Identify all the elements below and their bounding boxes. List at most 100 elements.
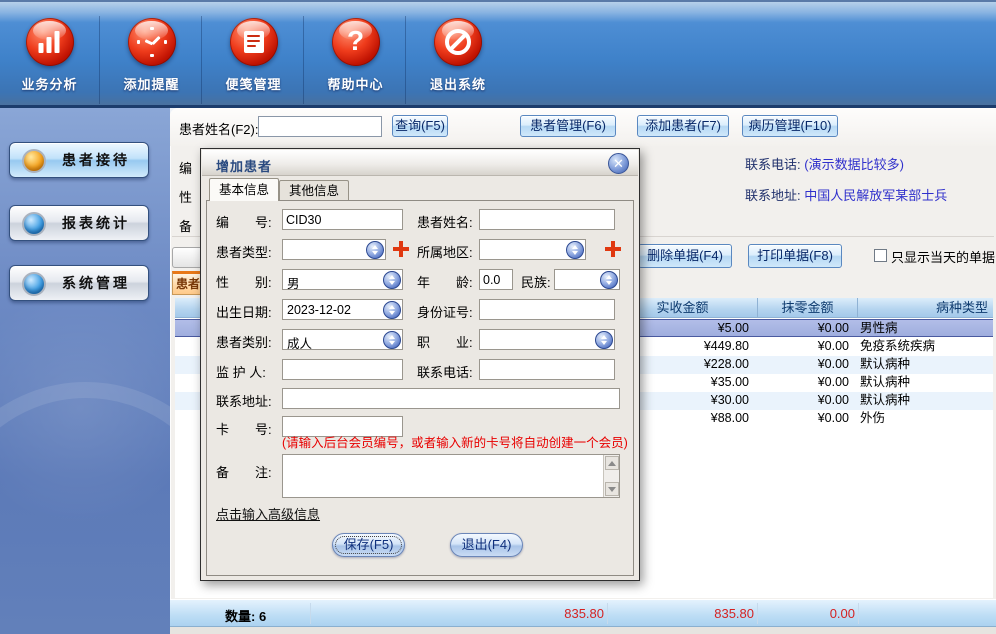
sphere-icon bbox=[22, 149, 46, 173]
toolbar-item-label: 添加提醒 bbox=[102, 74, 201, 93]
summary-count: 数量: 6 bbox=[225, 606, 266, 625]
remark-label: 备 注: bbox=[216, 462, 272, 481]
ethnicity-combo[interactable] bbox=[554, 269, 620, 290]
toolbar-item-label: 退出系统 bbox=[408, 74, 508, 93]
patient-name-label: 患者姓名: bbox=[417, 212, 473, 231]
add-patient-button[interactable]: 添加患者(F7) bbox=[637, 115, 729, 137]
sidebar-item-report-statistics[interactable]: 报表统计 bbox=[9, 205, 149, 241]
cell-disease: 外伤 bbox=[860, 410, 993, 428]
toolbar-item-exit-system[interactable]: 退出系统 bbox=[408, 16, 508, 104]
medical-records-button[interactable]: 病历管理(F10) bbox=[742, 115, 838, 137]
patient-name-search-label: 患者姓名(F2): bbox=[179, 119, 258, 138]
toolbar-item-add-reminder[interactable]: 添加提醒 bbox=[102, 16, 202, 104]
phone-label: 联系电话: bbox=[417, 362, 473, 381]
sidebar-item-label: 系统管理 bbox=[62, 266, 130, 300]
summary-bar: 数量: 6 835.80 835.80 0.00 bbox=[170, 599, 996, 627]
contact-phone-value: (演示数据比较多) bbox=[804, 157, 904, 172]
toolbar-item-note-management[interactable]: 便笺管理 bbox=[204, 16, 304, 104]
remark-scrollbar[interactable] bbox=[603, 455, 619, 497]
category-combo[interactable]: 成人 bbox=[282, 329, 403, 350]
search-row: 患者姓名(F2): 查询(F5) 患者管理(F6) 添加患者(F7) 病历管理(… bbox=[170, 108, 996, 146]
tab-basic-info[interactable]: 基本信息 bbox=[209, 178, 279, 201]
toolbar-item-business-analysis[interactable]: 业务分析 bbox=[0, 16, 100, 104]
today-only-checkbox[interactable] bbox=[874, 249, 887, 262]
code-input[interactable] bbox=[282, 209, 403, 230]
today-only-label: 只显示当天的单据 bbox=[891, 247, 995, 266]
main-toolbar: 业务分析 添加提醒 便笺管理 ? 帮助中心 退出系统 bbox=[0, 0, 996, 108]
region-label: 所属地区: bbox=[417, 242, 473, 261]
category-label: 患者类别: bbox=[216, 332, 272, 351]
dialog-title: 增加患者 bbox=[216, 156, 272, 175]
clipped-label-remark: 备 bbox=[179, 216, 199, 235]
add-patient-type-plus-icon[interactable] bbox=[393, 241, 409, 257]
column-disease-type[interactable]: 病种类型 bbox=[857, 298, 993, 318]
toolbar-item-help-center[interactable]: ? 帮助中心 bbox=[306, 16, 406, 104]
spinner-icon[interactable] bbox=[383, 271, 401, 289]
remark-textarea[interactable] bbox=[282, 454, 620, 498]
cell-rounded: ¥0.00 bbox=[757, 410, 857, 428]
spinner-icon[interactable] bbox=[600, 271, 618, 289]
dialog-titlebar[interactable]: 增加患者 ✕ bbox=[202, 150, 638, 176]
exit-button[interactable]: 退出(F4) bbox=[450, 533, 523, 557]
sidebar-item-patient-reception[interactable]: 患者接待 bbox=[9, 142, 149, 178]
clock-icon bbox=[128, 18, 176, 66]
app-window: 业务分析 添加提醒 便笺管理 ? 帮助中心 退出系统 患者接待 报表统计 bbox=[0, 0, 996, 634]
summary-total-receivable: 835.80 bbox=[504, 606, 604, 621]
region-combo[interactable] bbox=[479, 239, 586, 260]
card-number-label: 卡 号: bbox=[216, 419, 272, 438]
birth-date-combo[interactable]: 2023-12-02 bbox=[282, 299, 403, 320]
patient-type-label: 患者类型: bbox=[216, 242, 272, 261]
address-label: 联系地址: bbox=[216, 391, 272, 410]
delete-receipt-button[interactable]: 删除单据(F4) bbox=[638, 244, 732, 268]
cell-rounded: ¥0.00 bbox=[757, 374, 857, 392]
spinner-icon[interactable] bbox=[366, 241, 384, 259]
id-number-input[interactable] bbox=[479, 299, 615, 320]
category-value: 成人 bbox=[287, 333, 312, 352]
birth-date-label: 出生日期: bbox=[216, 302, 272, 321]
code-label: 编 号: bbox=[216, 212, 272, 231]
close-icon[interactable]: ✕ bbox=[608, 153, 629, 174]
patient-name-input[interactable] bbox=[479, 209, 615, 230]
add-region-plus-icon[interactable] bbox=[605, 241, 621, 257]
phone-input[interactable] bbox=[479, 359, 615, 380]
birth-date-value: 2023-12-02 bbox=[287, 303, 351, 317]
spinner-icon[interactable] bbox=[566, 241, 584, 259]
age-input[interactable] bbox=[479, 269, 513, 290]
query-button[interactable]: 查询(F5) bbox=[392, 115, 448, 137]
sphere-icon bbox=[22, 212, 46, 236]
contact-address-line: 联系地址: 中国人民解放军某部士兵 bbox=[745, 185, 947, 204]
summary-total-rounded: 0.00 bbox=[755, 606, 855, 621]
patient-manage-button[interactable]: 患者管理(F6) bbox=[520, 115, 616, 137]
sidebar: 患者接待 报表统计 系统管理 bbox=[0, 108, 170, 634]
spinner-icon[interactable] bbox=[595, 331, 613, 349]
gender-label: 性 别: bbox=[216, 272, 272, 291]
tab-other-info[interactable]: 其他信息 bbox=[279, 180, 349, 201]
cell-disease: 免疫系统疾病 bbox=[860, 338, 993, 356]
spinner-icon[interactable] bbox=[383, 331, 401, 349]
id-number-label: 身份证号: bbox=[417, 302, 473, 321]
note-icon bbox=[230, 18, 278, 66]
spinner-icon[interactable] bbox=[383, 301, 401, 319]
occupation-combo[interactable] bbox=[479, 329, 615, 350]
ethnicity-label: 民族: bbox=[521, 272, 551, 291]
cell-rounded: ¥0.00 bbox=[757, 392, 857, 410]
patient-type-combo[interactable] bbox=[282, 239, 386, 260]
dialog-panel: 编 号: 患者姓名: 患者类型: 所属地区: bbox=[206, 200, 634, 576]
cell-disease: 男性病 bbox=[860, 320, 993, 338]
scroll-up-icon[interactable] bbox=[605, 456, 619, 470]
gender-combo[interactable]: 男 bbox=[282, 269, 403, 290]
save-button[interactable]: 保存(F5) bbox=[332, 533, 405, 557]
print-receipt-button[interactable]: 打印单据(F8) bbox=[748, 244, 842, 268]
patient-name-search-input[interactable] bbox=[258, 116, 382, 137]
address-input[interactable] bbox=[282, 388, 620, 409]
sidebar-item-system-management[interactable]: 系统管理 bbox=[9, 265, 149, 301]
contact-phone-line: 联系电话: (演示数据比较多) bbox=[745, 154, 904, 173]
advanced-info-link[interactable]: 点击输入高级信息 bbox=[216, 504, 320, 523]
gender-value: 男 bbox=[287, 273, 300, 292]
toolbar-item-label: 业务分析 bbox=[0, 74, 99, 93]
cell-rounded: ¥0.00 bbox=[757, 320, 857, 338]
scroll-down-icon[interactable] bbox=[605, 482, 619, 496]
cell-disease: 默认病种 bbox=[860, 374, 993, 392]
column-rounded-amount[interactable]: 抹零金额 bbox=[757, 298, 857, 318]
guardian-input[interactable] bbox=[282, 359, 403, 380]
